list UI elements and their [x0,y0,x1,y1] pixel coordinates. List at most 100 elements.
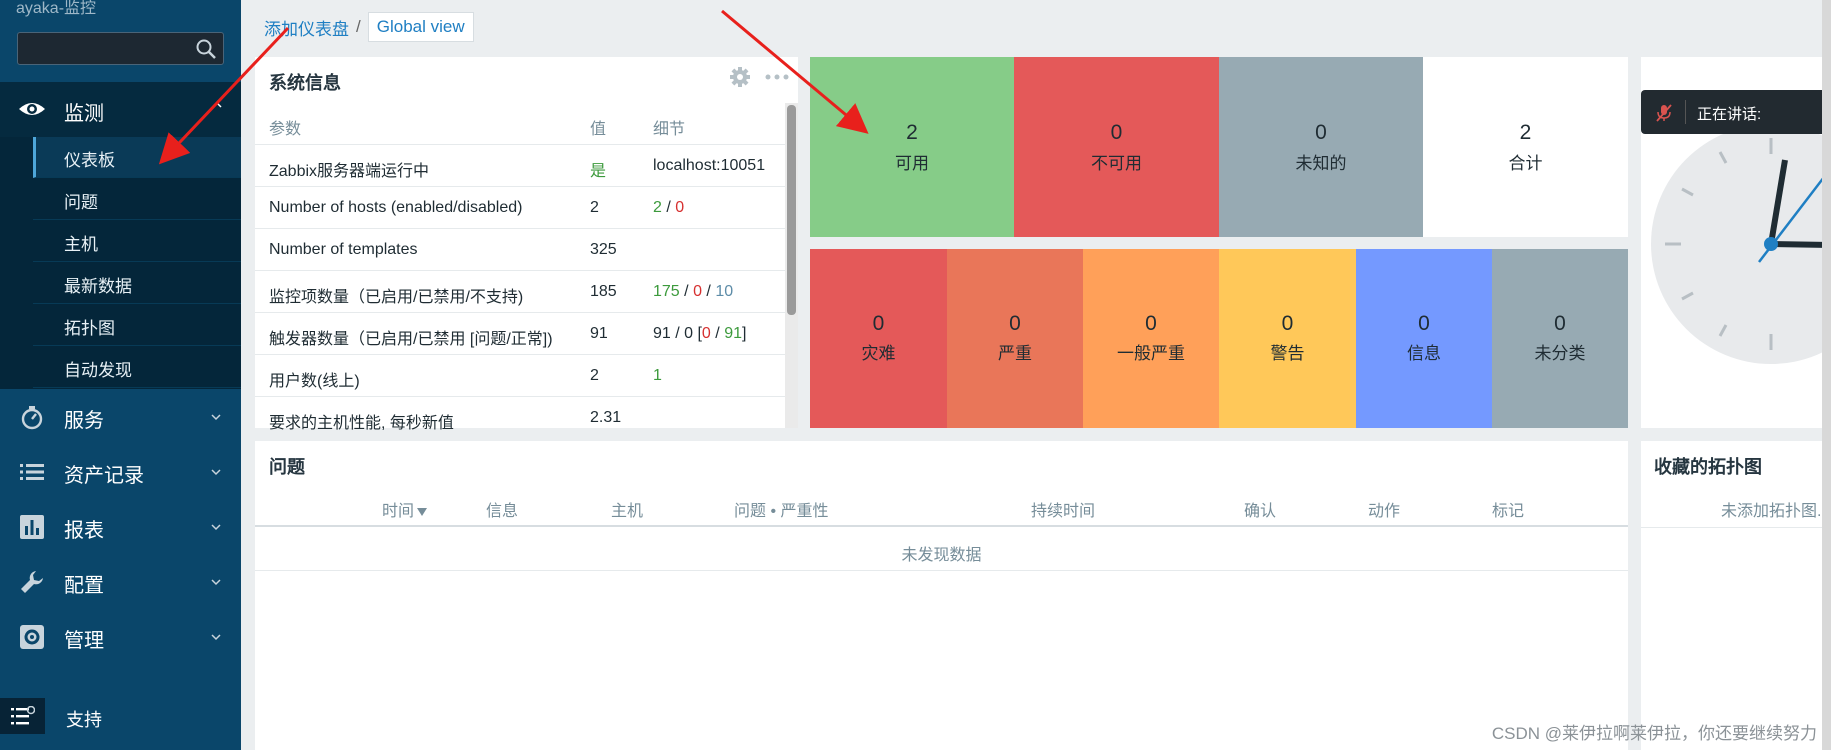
nav-inventory[interactable]: 资产记录 [0,444,241,499]
chevron-down-icon[interactable] [211,523,221,531]
nav-support[interactable]: 支持 [0,690,241,740]
chevron-up-icon[interactable] [211,99,223,111]
column-header-parameter: 参数 [269,121,302,138]
host-count: 2 [1519,121,1532,144]
nav-monitoring[interactable]: 监测 [0,82,241,137]
gear-icon[interactable] [730,67,750,87]
problems-by-severity-widget: 0 灾难 0 严重 0 一般严重 0 警告 0 信息 0 未分类 [810,249,1628,428]
problems-title: 问题 [269,457,305,477]
submenu-hosts[interactable]: 主机 [33,221,241,262]
nav-inventory-label: 资产记录 [64,465,144,487]
row-detail: 1 [653,367,662,384]
host-label: 未知的 [1295,154,1347,173]
detail-disabled: 0 [675,199,685,216]
page-scrollbar[interactable] [1822,0,1831,750]
nav-support-label: 支持 [66,710,102,730]
row-parameter: 触发器数量（已启用/已禁用 [问题/正常]) [269,331,553,348]
row-detail: 2 / 0 [653,199,684,217]
submenu-latest-data[interactable]: 最新数据 [33,263,241,304]
wrench-icon [21,571,43,593]
submenu-dashboard[interactable]: 仪表板 [33,137,241,178]
column-header-value: 值 [590,121,607,138]
nav-services[interactable]: 服务 [0,389,241,444]
nav-reports[interactable]: 报表 [0,499,241,554]
bar-chart-icon [20,515,44,539]
host-tile-unavailable[interactable]: 0 不可用 [1014,57,1219,237]
chevron-down-icon[interactable] [211,468,221,476]
detail-problem: 0 [701,325,711,342]
sort-desc-icon [417,508,428,516]
sidebar: ayaka-监控 监测 仪表板 问题 主机 最新数据 拓扑图 自动发现 服务 资… [0,0,241,750]
severity-count: 0 [1145,312,1157,335]
column-header-actions: 动作 [1368,503,1401,520]
no-maps-message: 未添加拓扑图. [1721,503,1822,520]
breadcrumb-global-view[interactable]: Global view [367,12,474,42]
table-row: 触发器数量（已启用/已禁用 [问题/正常]) 91 91 / 0 [0 / 91… [255,313,785,355]
system-info-widget: 系统信息 参数 值 细节 Zabbix服务器端运行中 是 localhost:1… [255,57,798,432]
breadcrumb: 添加仪表盘 / Global view [264,12,474,42]
row-parameter: 要求的主机性能, 每秒新值 [269,415,454,432]
system-info-table: 参数 值 细节 Zabbix服务器端运行中 是 localhost:10051 … [255,103,785,439]
search-input[interactable] [17,32,224,65]
scrollbar-thumb[interactable] [787,105,796,315]
row-parameter: Number of templates [269,241,418,258]
table-row: Zabbix服务器端运行中 是 localhost:10051 [255,145,785,187]
submenu-discovery[interactable]: 自动发现 [33,347,241,388]
severity-tile-not-classified[interactable]: 0 未分类 [1492,249,1628,428]
submenu-problems[interactable]: 问题 [33,179,241,220]
brand-name: ayaka-监控 [16,0,97,17]
host-tile-available[interactable]: 2 可用 [810,57,1014,237]
nav-reports-label: 报表 [64,520,104,542]
breadcrumb-add-dashboard[interactable]: 添加仪表盘 [264,15,349,40]
column-header-problem-severity[interactable]: 问题 • 严重性 [734,497,829,521]
severity-tile-warning[interactable]: 0 警告 [1219,249,1356,428]
nav-monitoring-label: 监测 [64,103,104,125]
talking-indicator: 正在讲话: [1641,90,1831,134]
severity-count: 0 [872,312,885,335]
detail-disabled: 0 [693,283,702,300]
monitoring-submenu: 仪表板 问题 主机 最新数据 拓扑图 自动发现 [0,137,241,389]
host-tile-unknown[interactable]: 0 未知的 [1219,57,1423,237]
row-detail: localhost:10051 [653,157,766,174]
severity-tile-disaster[interactable]: 0 灾难 [810,249,947,428]
column-header-tags: 标记 [1492,503,1525,520]
host-label: 合计 [1508,154,1543,173]
microphone-muted-icon[interactable] [1654,103,1674,123]
severity-count: 0 [1009,312,1021,335]
detail-separator: / [715,325,720,342]
search-icon[interactable] [195,38,217,60]
favorite-maps-title: 收藏的拓扑图 [1654,457,1762,477]
column-header-time[interactable]: 时间 [382,497,428,521]
problems-widget: 问题 时间 信息 主机 问题 • 严重性 持续时间 确认 动作 标记 未发现数据 [255,441,1628,750]
row-parameter: 用户数(线上) [269,373,360,390]
host-count: 2 [906,121,918,144]
chevron-down-icon[interactable] [211,633,221,641]
severity-tile-high[interactable]: 0 严重 [947,249,1083,428]
column-header-duration: 持续时间 [1031,503,1096,520]
row-value: 是 [590,163,607,180]
detail-unsupported: 10 [715,283,734,300]
severity-count: 0 [1554,312,1566,335]
severity-tile-average[interactable]: 0 一般严重 [1083,249,1219,428]
host-tile-total[interactable]: 2 合计 [1423,57,1628,237]
severity-tile-information[interactable]: 0 信息 [1356,249,1492,428]
chevron-down-icon[interactable] [211,413,221,421]
submenu-maps[interactable]: 拓扑图 [33,305,241,346]
favorite-maps-widget: 收藏的拓扑图 未添加拓扑图. [1641,441,1831,750]
menu-toggle-button[interactable] [0,698,45,734]
severity-count: 0 [1281,312,1294,335]
severity-label: 灾难 [861,344,896,363]
system-info-title: 系统信息 [269,73,341,93]
nav-services-label: 服务 [64,410,104,432]
divider [1685,100,1686,124]
column-header-host[interactable]: 主机 [611,497,643,521]
chevron-down-icon[interactable] [211,578,221,586]
row-value: 91 [590,325,608,342]
nav-administration[interactable]: 管理 [0,609,241,664]
host-availability-widget: 2 可用 0 不可用 0 未知的 2 合计 [810,57,1628,237]
nav-configuration[interactable]: 配置 [0,554,241,609]
more-options-icon[interactable] [765,73,789,81]
divider [1641,527,1831,528]
detail-separator: / [684,283,689,300]
detail-separator: / [666,199,671,216]
